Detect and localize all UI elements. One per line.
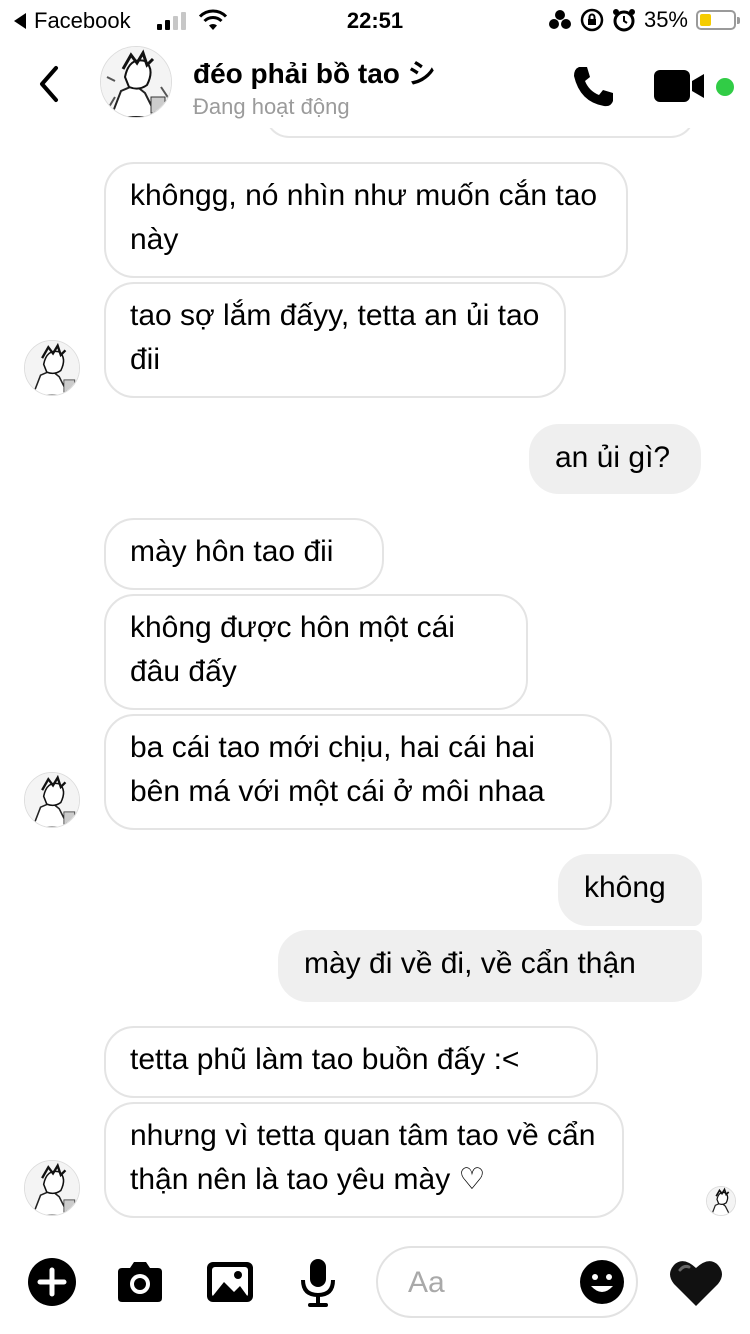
focus-icon bbox=[548, 10, 571, 29]
microphone-icon[interactable] bbox=[292, 1256, 344, 1308]
message-bubble-outgoing[interactable]: an ủi gì? bbox=[529, 424, 701, 494]
message-bubble-incoming[interactable]: mày hôn tao đii bbox=[104, 518, 384, 590]
message-bubble-incoming[interactable]: tetta phũ làm tao buồn đấy :< bbox=[104, 1026, 598, 1098]
message-composer: Aa bbox=[0, 1240, 750, 1334]
manga-avatar-icon bbox=[101, 47, 171, 117]
message-bubble-incoming[interactable]: khôngg, nó nhìn như muốn cắn tao này bbox=[104, 162, 628, 278]
message-bubble-incoming[interactable]: ba cái tao mới chịu, hai cái hai bên má … bbox=[104, 714, 612, 830]
manga-avatar-icon bbox=[25, 341, 79, 395]
contact-avatar[interactable] bbox=[100, 46, 172, 118]
back-chevron-icon[interactable] bbox=[30, 60, 70, 108]
message-bubble-incoming[interactable]: không được hôn một cái đâu đấy bbox=[104, 594, 528, 710]
gallery-icon[interactable] bbox=[204, 1256, 256, 1308]
seen-indicator-avatar bbox=[706, 1186, 736, 1216]
video-call-icon[interactable] bbox=[652, 66, 710, 106]
manga-avatar-icon bbox=[707, 1187, 735, 1215]
contact-avatar-small[interactable] bbox=[24, 772, 80, 828]
battery-icon bbox=[696, 10, 740, 30]
activity-status: Đang hoạt động bbox=[193, 94, 350, 119]
battery-fill bbox=[700, 14, 712, 26]
camera-icon[interactable] bbox=[114, 1256, 166, 1308]
contact-avatar-small[interactable] bbox=[24, 1160, 80, 1216]
alarm-icon bbox=[612, 9, 635, 32]
phone-icon[interactable] bbox=[570, 62, 618, 110]
rotation-lock-icon bbox=[580, 8, 604, 32]
contact-avatar-small[interactable] bbox=[24, 340, 80, 396]
manga-avatar-icon bbox=[25, 773, 79, 827]
emoji-icon[interactable] bbox=[578, 1258, 626, 1306]
message-bubble-outgoing[interactable]: mày đi về đi, về cẩn thận bbox=[278, 930, 702, 1002]
chat-header: đéo phải bồ tao シ Đang hoạt động bbox=[0, 42, 750, 128]
message-bubble-incoming[interactable]: tao sợ lắm đấyy, tetta an ủi tao đii bbox=[104, 282, 566, 398]
message-input-placeholder: Aa bbox=[408, 1266, 445, 1299]
battery-percent: 35% bbox=[643, 7, 688, 32]
status-bar: Facebook 22:51 35% bbox=[0, 0, 750, 42]
add-icon[interactable] bbox=[26, 1256, 78, 1308]
message-bubble-incoming[interactable]: nhưng vì tetta quan tâm tao về cẩn thận … bbox=[104, 1102, 624, 1218]
contact-name[interactable]: đéo phải bồ tao シ bbox=[193, 52, 436, 92]
online-indicator bbox=[716, 78, 734, 96]
message-bubble-outgoing[interactable]: không bbox=[558, 854, 702, 926]
manga-avatar-icon bbox=[25, 1161, 79, 1215]
heart-icon[interactable] bbox=[668, 1256, 724, 1310]
